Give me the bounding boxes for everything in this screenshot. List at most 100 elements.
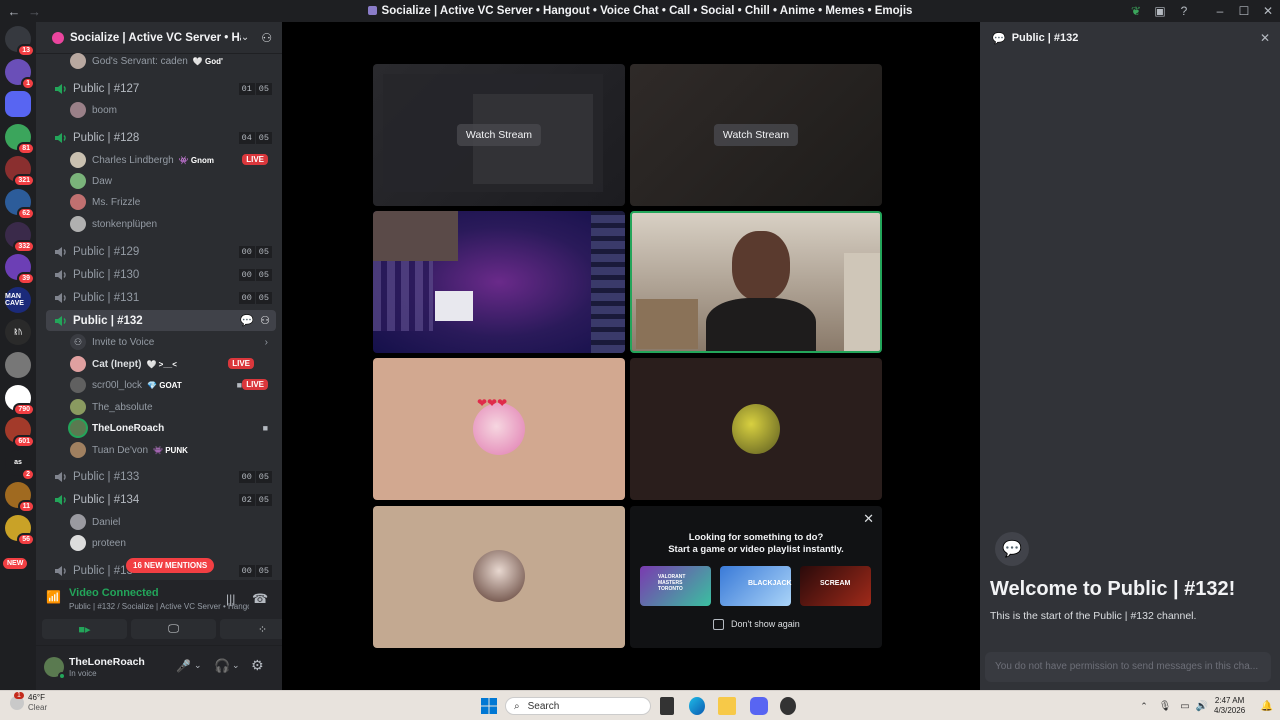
- minimize-icon[interactable]: –: [1208, 4, 1232, 18]
- server-icon[interactable]: 321: [5, 156, 35, 188]
- voice-channel-path[interactable]: Public | #132 / Socialize | Active VC Se…: [69, 602, 249, 611]
- watch-stream-button[interactable]: Watch Stream: [713, 124, 799, 146]
- notification-bell-icon[interactable]: 🔔: [1261, 697, 1273, 715]
- live-badge: LIVE: [242, 154, 268, 165]
- channel-public-127[interactable]: Public | #127 01 05: [46, 78, 276, 99]
- new-unreads-pill[interactable]: NEW: [3, 558, 28, 569]
- tray-chevron-icon[interactable]: ⌃: [1138, 697, 1150, 715]
- server-icon[interactable]: [5, 352, 31, 378]
- channel-public-128[interactable]: Public | #128 04 05: [46, 127, 276, 148]
- server-header[interactable]: Socialize | Active VC Server • Han... ⌄ …: [36, 22, 282, 54]
- channel-public-132[interactable]: Public | #132 💬 ⚇: [46, 310, 276, 331]
- voice-user[interactable]: God's Servant: caden 🤍 God': [70, 51, 276, 71]
- voice-user[interactable]: Cat (Inept) 🤍 >__< LIVE: [70, 354, 276, 374]
- voice-user[interactable]: scr00l_lock 💎 GOAT ■ LIVE: [70, 375, 276, 395]
- channel-public-130[interactable]: Public | #130 00 05: [46, 264, 276, 285]
- app-icon[interactable]: [780, 697, 796, 715]
- server-icon[interactable]: 1: [5, 58, 35, 90]
- voice-user[interactable]: Ms. Frizzle: [70, 192, 276, 212]
- activity-card-scream[interactable]: SCREAM: [800, 566, 871, 606]
- voice-user[interactable]: proteen: [70, 533, 276, 553]
- microphone-icon[interactable]: 🎤: [176, 659, 191, 673]
- voice-status[interactable]: Video Connected: [69, 587, 159, 599]
- maximize-icon[interactable]: ☐: [1232, 4, 1256, 18]
- discord-app-icon[interactable]: [750, 697, 768, 715]
- add-member-icon[interactable]: ⚇: [260, 314, 270, 327]
- chevron-down-icon[interactable]: ⌄: [232, 660, 240, 671]
- disconnect-icon[interactable]: ☎: [252, 591, 268, 607]
- clock[interactable]: 2:47 AM 4/3/2026: [1214, 696, 1245, 715]
- server-icon[interactable]: [5, 91, 31, 118]
- avatar-tile[interactable]: [373, 506, 625, 648]
- tray-mic-icon[interactable]: 🎙: [1159, 697, 1172, 715]
- channel-public-131[interactable]: Public | #131 00 05: [46, 287, 276, 308]
- server-icon[interactable]: 13: [5, 26, 35, 57]
- stream-tile[interactable]: Watch Stream: [630, 64, 882, 206]
- back-arrow-icon[interactable]: ←: [0, 4, 28, 19]
- voice-user[interactable]: Tuan De'von 👾 PUNK: [70, 440, 276, 460]
- new-mentions-pill[interactable]: 16 NEW MENTIONS: [126, 558, 215, 573]
- weather-widget[interactable]: 1 46°F Clear: [10, 692, 47, 712]
- channel-public-129[interactable]: Public | #129 00 05: [46, 241, 276, 262]
- voice-user[interactable]: The_absolute: [70, 397, 276, 417]
- voice-user[interactable]: TheLoneRoach ■: [70, 418, 276, 438]
- screen-share-tile[interactable]: [373, 211, 625, 353]
- server-icon[interactable]: MAN CAVE: [5, 286, 31, 313]
- channel-name: Public | #130: [73, 268, 140, 281]
- add-member-icon[interactable]: ⚇: [261, 31, 272, 45]
- dont-show-checkbox[interactable]: [713, 619, 724, 630]
- voice-user[interactable]: Daw: [70, 171, 276, 191]
- channel-public-134[interactable]: Public | #134 02 05: [46, 489, 276, 510]
- camera-button[interactable]: ■▸: [42, 619, 127, 639]
- webcam-tile-speaking[interactable]: [630, 211, 882, 353]
- watch-stream-button[interactable]: Watch Stream: [456, 124, 542, 146]
- server-icon[interactable]: as 2: [5, 449, 35, 481]
- window-title-text: Socialize | Active VC Server • Hangout •…: [381, 5, 913, 17]
- channel-public-133[interactable]: Public | #133 00 05: [46, 466, 276, 487]
- chevron-down-icon[interactable]: ⌄: [241, 32, 249, 43]
- server-icon[interactable]: 790: [5, 384, 35, 416]
- user-name[interactable]: TheLoneRoach: [69, 656, 145, 668]
- server-icon[interactable]: 39: [5, 254, 35, 286]
- tray-display-icon[interactable]: ▭: [1180, 697, 1190, 715]
- close-window-icon[interactable]: ✕: [1256, 4, 1280, 18]
- activity-card-valorant[interactable]: VALORANT MASTERS TORONTO: [640, 566, 711, 606]
- screen-share-button[interactable]: 🖵: [131, 619, 216, 639]
- server-icon[interactable]: 11: [5, 482, 35, 514]
- speaker-icon: [55, 132, 66, 143]
- taskbar-search[interactable]: ⌕ Search: [505, 697, 651, 715]
- inbox-icon[interactable]: ▣: [1148, 4, 1172, 18]
- avatar-tile[interactable]: ❤❤❤: [373, 358, 625, 500]
- server-icon[interactable]: 81: [5, 123, 35, 155]
- update-leaf-icon[interactable]: ❦: [1124, 4, 1148, 18]
- activity-card-blackjack[interactable]: BLACKJACK: [720, 566, 792, 606]
- forward-arrow-icon[interactable]: →: [28, 4, 42, 19]
- chat-bubble-icon[interactable]: 💬: [240, 314, 254, 327]
- user-name: proteen: [92, 537, 126, 549]
- start-button[interactable]: [480, 697, 498, 715]
- close-icon[interactable]: ✕: [863, 511, 874, 527]
- tray-volume-icon[interactable]: 🔊: [1196, 697, 1208, 715]
- settings-gear-icon[interactable]: ⚙: [251, 657, 264, 674]
- server-icon[interactable]: 56: [5, 515, 35, 546]
- voice-user[interactable]: boom: [70, 100, 276, 120]
- voice-user[interactable]: stonkenplüpen: [70, 214, 276, 234]
- voice-user[interactable]: Charles Lindbergh 👾 Gnom LIVE: [70, 150, 276, 170]
- edge-browser-icon[interactable]: [689, 697, 705, 715]
- server-icon[interactable]: ᚱᚢ: [5, 319, 31, 346]
- close-icon[interactable]: ✕: [1260, 31, 1270, 45]
- avatar-tile[interactable]: [630, 358, 882, 500]
- stream-tile[interactable]: Watch Stream: [373, 64, 625, 206]
- invite-to-voice[interactable]: ⚇ Invite to Voice ›: [70, 332, 276, 352]
- help-icon[interactable]: ?: [1172, 4, 1196, 18]
- chevron-down-icon[interactable]: ⌄: [194, 660, 202, 671]
- server-icon[interactable]: 62: [5, 189, 35, 220]
- server-icon[interactable]: 332: [5, 221, 35, 253]
- headphones-icon[interactable]: 🎧: [214, 658, 230, 674]
- task-view-icon[interactable]: [660, 697, 674, 715]
- message-input[interactable]: You do not have permission to send messa…: [985, 652, 1271, 682]
- noise-suppression-icon[interactable]: |||: [226, 592, 235, 606]
- file-explorer-icon[interactable]: [718, 697, 736, 715]
- server-icon[interactable]: 601: [5, 417, 35, 449]
- voice-user[interactable]: Daniel: [70, 512, 276, 532]
